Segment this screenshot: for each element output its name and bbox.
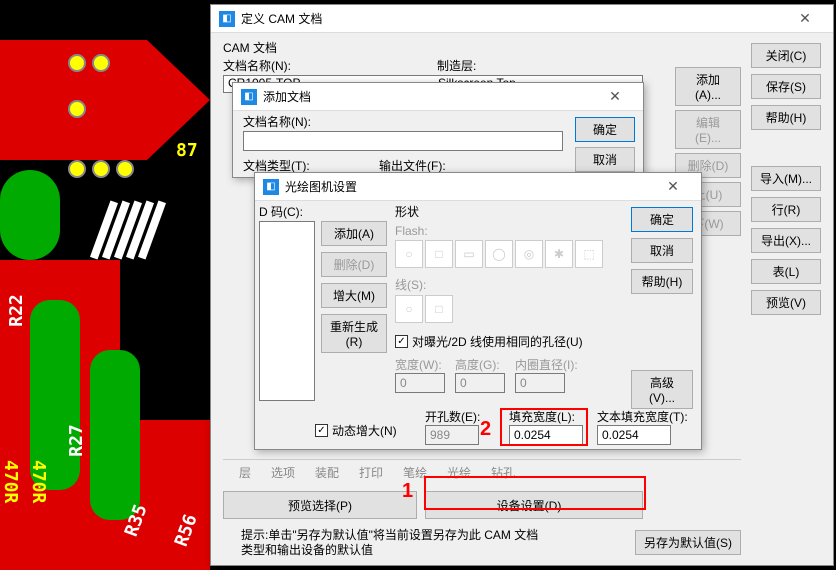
titlebar-cam[interactable]: ◧ 定义 CAM 文档 ✕ [211, 5, 833, 33]
run-button[interactable]: 行(R) [751, 197, 821, 222]
height-label: 高度(G): [455, 356, 505, 373]
cam-group-label: CAM 文档 [223, 39, 277, 56]
shape-square-icon[interactable]: □ [425, 240, 453, 268]
import-button[interactable]: 导入(M)... [751, 166, 821, 191]
pcb-label-87: 87 [176, 140, 198, 161]
shape-custom-icon[interactable]: ⬚ [575, 240, 603, 268]
add-doc-name-label: 文档名称(N): [243, 113, 311, 130]
titlebar-plot[interactable]: ◧ 光绘图机设置 ✕ [255, 173, 701, 201]
text-fill-label: 文本填充宽度(T): [597, 408, 688, 425]
holes-label: 开孔数(E): [425, 408, 480, 425]
close-icon[interactable]: ✕ [785, 10, 825, 27]
tab-layer[interactable]: 层 [239, 464, 251, 481]
checkmark-icon: ✓ [315, 424, 328, 437]
titlebar-add[interactable]: ◧ 添加文档 ✕ [233, 83, 643, 111]
title-add: 添加文档 [263, 88, 595, 105]
flash-label: Flash: [395, 224, 613, 238]
pcb-label-r27: R27 [66, 424, 87, 457]
auto-enlarge-checkbox[interactable]: ✓ 动态增大(N) [315, 422, 397, 439]
title-plot: 光绘图机设置 [285, 178, 653, 195]
add-cancel-button[interactable]: 取消 [575, 147, 635, 172]
app-icon: ◧ [219, 11, 235, 27]
hint-text: 提示:单击"另存为默认值"将当前设置另存为此 CAM 文档类型和输出设备的默认值 [241, 528, 541, 559]
save-default-button[interactable]: 另存为默认值(S) [635, 530, 741, 555]
close-button[interactable]: 关闭(C) [751, 43, 821, 68]
inner-dia-input [515, 373, 565, 393]
dcode-label: D 码(C): [259, 203, 303, 220]
shape-oval-icon[interactable]: ◯ [485, 240, 513, 268]
mfg-layer-label: 制造层: [437, 57, 476, 74]
preview-button[interactable]: 预览(V) [751, 290, 821, 315]
plot-help-button[interactable]: 帮助(H) [631, 269, 693, 294]
export-button[interactable]: 导出(X)... [751, 228, 821, 253]
same-aperture-label: 对曝光/2D 线使用相同的孔径(U) [412, 333, 583, 350]
height-input [455, 373, 505, 393]
holes-input [425, 425, 479, 445]
line-square-icon[interactable]: □ [425, 295, 453, 323]
checkmark-icon: ✓ [395, 335, 408, 348]
plot-adv-button[interactable]: 高级(V)... [631, 370, 693, 409]
app-icon: ◧ [263, 179, 279, 195]
plot-enlarge-button[interactable]: 增大(M) [321, 283, 387, 308]
plot-add-button[interactable]: 添加(A) [321, 221, 387, 246]
pcb-label-r22: R22 [6, 294, 27, 327]
shape-circle-icon[interactable]: ○ [395, 240, 423, 268]
pcb-label-470-2: 470R [28, 460, 49, 503]
add-doc-dialog: ◧ 添加文档 ✕ 文档名称(N): 文档类型(T): 输出文件(F): 确定 取… [232, 82, 644, 178]
tab-assembly[interactable]: 装配 [315, 464, 339, 481]
tab-options[interactable]: 选项 [271, 464, 295, 481]
plot-delete-button[interactable]: 删除(D) [321, 252, 387, 277]
shape-rect-icon[interactable]: ▭ [455, 240, 483, 268]
edit-button[interactable]: 编辑(E)... [675, 110, 741, 149]
doc-name-label: 文档名称(N): [223, 57, 291, 74]
help-button[interactable]: 帮助(H) [751, 105, 821, 130]
table-button[interactable]: 表(L) [751, 259, 821, 284]
text-fill-input[interactable] [597, 425, 671, 445]
annotation-box-2 [500, 408, 588, 446]
inner-dia-label: 内圈直径(I): [515, 356, 578, 373]
line-label: 线(S): [395, 276, 613, 293]
annotation-num-2: 2 [480, 418, 491, 441]
pcb-label-470-1: 470R [0, 460, 21, 503]
add-ok-button[interactable]: 确定 [575, 117, 635, 142]
line-circle-icon[interactable]: ○ [395, 295, 423, 323]
width-input [395, 373, 445, 393]
dcode-list[interactable] [259, 221, 315, 401]
annotation-box-1 [424, 476, 646, 510]
app-icon: ◧ [241, 89, 257, 105]
add-button[interactable]: 添加(A)... [675, 67, 741, 106]
same-aperture-checkbox[interactable]: ✓ 对曝光/2D 线使用相同的孔径(U) [395, 333, 583, 350]
width-label: 宽度(W): [395, 356, 445, 373]
plot-regen-button[interactable]: 重新生成(R) [321, 314, 387, 353]
plot-ok-button[interactable]: 确定 [631, 207, 693, 232]
plot-cancel-button[interactable]: 取消 [631, 238, 693, 263]
plotter-settings-dialog: ◧ 光绘图机设置 ✕ D 码(C): 添加(A) 删除(D) 增大(M) 重新生… [254, 172, 702, 450]
tab-print[interactable]: 打印 [359, 464, 383, 481]
auto-enlarge-label: 动态增大(N) [332, 422, 397, 439]
shape-thermal-icon[interactable]: ✱ [545, 240, 573, 268]
add-doc-name-input[interactable] [243, 131, 563, 151]
annotation-num-1: 1 [402, 480, 413, 503]
close-icon[interactable]: ✕ [653, 178, 693, 195]
save-button[interactable]: 保存(S) [751, 74, 821, 99]
preview-select-button[interactable]: 预览选择(P) [223, 491, 417, 519]
shape-label: 形状 [395, 203, 613, 220]
title-cam: 定义 CAM 文档 [241, 10, 785, 27]
shape-donut-icon[interactable]: ◎ [515, 240, 543, 268]
close-icon[interactable]: ✕ [595, 88, 635, 105]
